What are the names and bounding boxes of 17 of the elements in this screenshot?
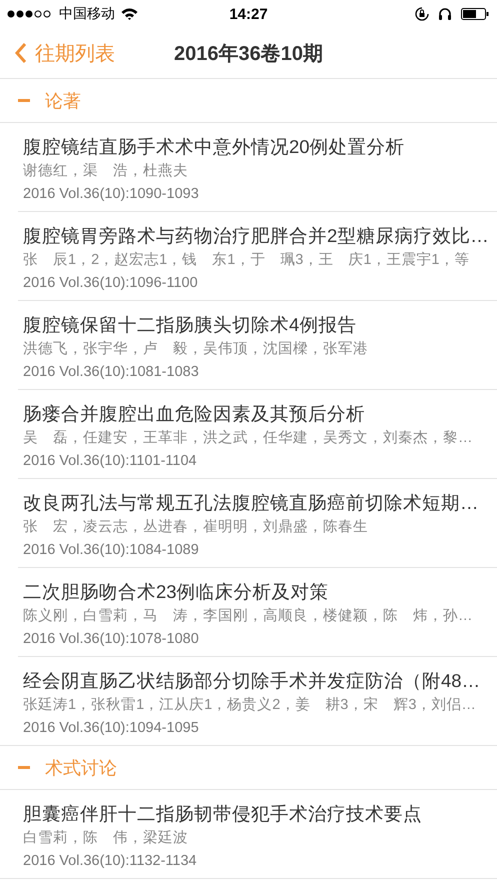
rotation-lock-icon: [415, 7, 429, 21]
status-time: 14:27: [229, 6, 268, 22]
article-item[interactable]: 胆囊癌伴肝十二指肠韧带侵犯手术治疗技术要点 白雪莉，陈 伟，梁廷波 2016 Vol.36(10):1132-1134: [0, 790, 497, 879]
article-item[interactable]: 肠瘘合并腹腔出血危险因素及其预后分析 吴 磊，任建安，王革非，洪之武，任华建，吴秀文，刘秦杰，黎… 2016 Vol.36(10):1101-1104: [18, 390, 497, 479]
article-item[interactable]: 腹腔镜保留十二指肠胰头切除术4例报告 洪德飞，张宇华，卢 毅，吴伟顶，沈国樑，张军港 2016 Vol.36(10):1081-1083: [18, 301, 497, 390]
article-item[interactable]: 二次胆肠吻合术23例临床分析及对策 陈义刚，白雪莉，马 涛，李国刚，高顺良，楼健颖，陈 炜，孙… 2016 Vol.36(10):1078-1080: [18, 568, 497, 657]
signal-icon: [7, 10, 53, 18]
carrier-name: 中国移动: [59, 5, 115, 23]
article-item[interactable]: 腹腔镜结直肠手术术中意外情况20例处置分析 谢德红，渠 浩，杜燕夫 2016 Vol.36(10):1090-1093: [18, 123, 497, 212]
page-title: 2016年36卷10期: [174, 42, 323, 66]
back-chevron-icon: [14, 42, 27, 64]
article-item[interactable]: 经会阴直肠乙状结肠部分切除手术并发症防治（附48… 张廷涛1，张秋雷1，江从庆1，杨贵义2，姜 耕3，宋 辉3，刘侣… 2016 Vol.36(10):1094-1095: [0, 657, 497, 746]
wifi-icon: [121, 8, 138, 20]
article-item[interactable]: 腹腔镜胃旁路术与药物治疗肥胖合并2型糖尿病疗效比… 张 辰1，2，赵宏志1，钱 东1，于 珮3，王 庆1，王震宇1，等 2016 Vol.36(10):1096-1100: [18, 212, 497, 301]
headphones-icon: [438, 7, 452, 21]
article-item[interactable]: 改良两孔法与常规五孔法腹腔镜直肠癌前切除术短期… 张 宏，凌云志，丛进春，崔明明，刘鼎盛，陈春生 2016 Vol.36(10):1084-1089: [18, 479, 497, 568]
battery-icon: [461, 8, 489, 20]
